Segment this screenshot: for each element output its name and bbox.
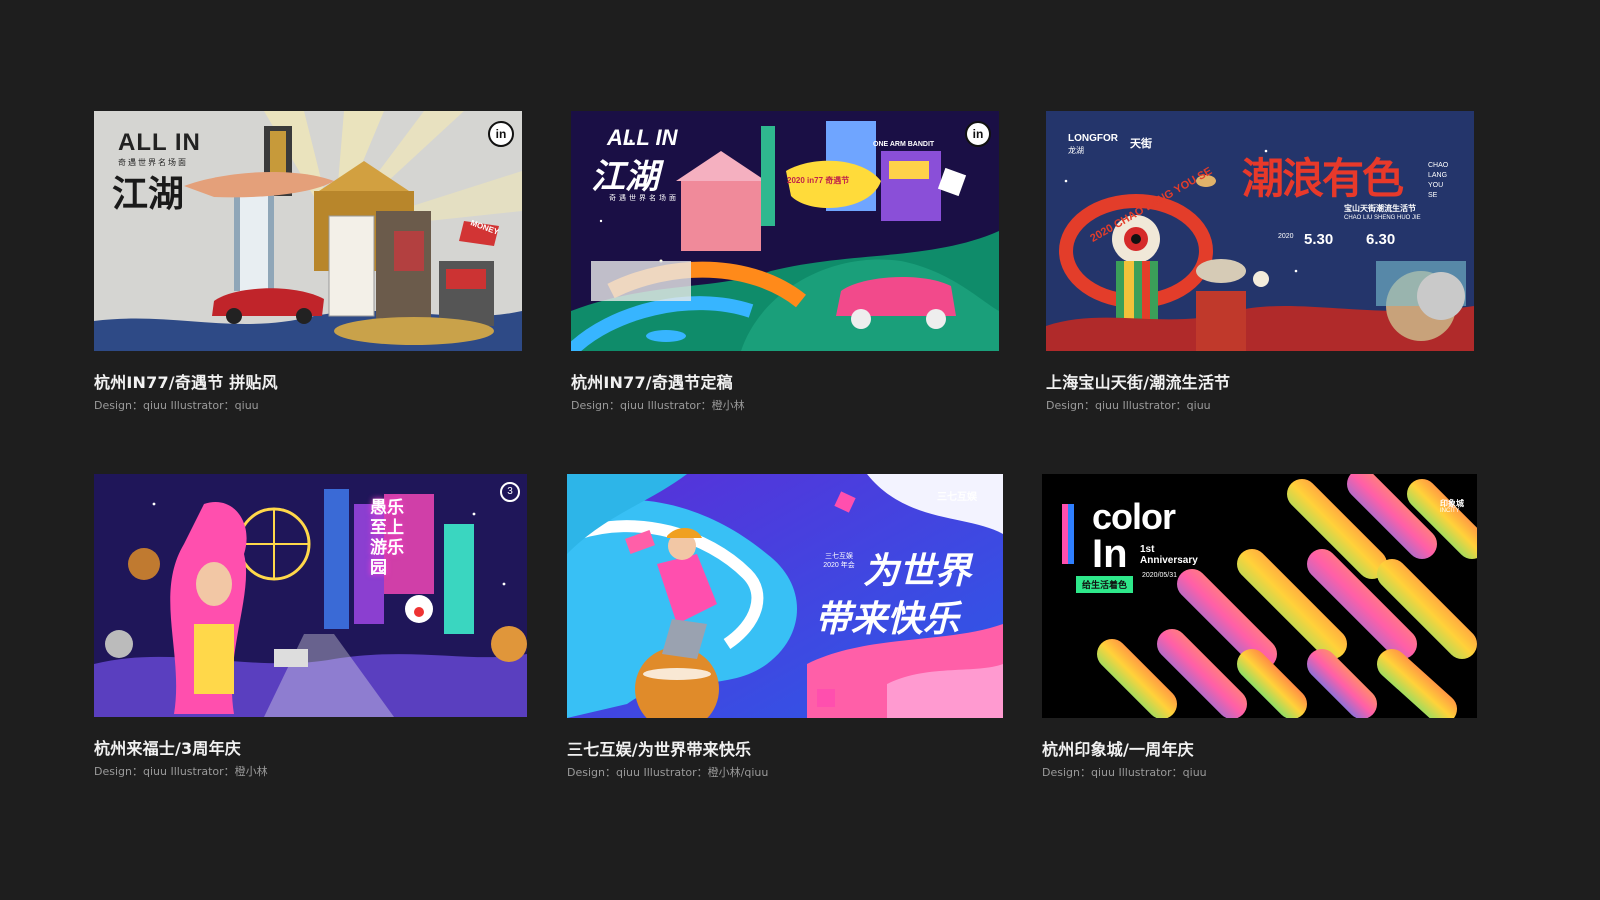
project-credit: Design：qiuu Illustrator：橙小林	[571, 399, 745, 412]
art-line-2: 带来快乐	[815, 599, 960, 640]
project-card-6[interactable]: color In 1st Anniversary 2020/05/31 给生活着…	[1042, 474, 1477, 780]
in77-logo-icon: in	[965, 121, 991, 147]
project-thumbnail-1[interactable]: ALL IN 奇遇世界名场面 江湖 MONEY in	[94, 111, 522, 351]
project-thumbnail-6[interactable]: color In 1st Anniversary 2020/05/31 给生活着…	[1042, 474, 1477, 718]
project-title[interactable]: 杭州IN77/奇遇节定稿	[571, 369, 999, 393]
art-small-text: 三七互娱 2020 年会	[823, 553, 855, 569]
art-line-1: 为世界	[863, 551, 972, 592]
raffles-3-year-icon: 3	[500, 482, 520, 502]
project-thumbnail-3[interactable]: LONGFOR 龙湖 天街 潮浪有色 CHAO LANG YOU SE 宝山天街…	[1046, 111, 1474, 351]
art-anniversary: 1st Anniversary	[1140, 544, 1198, 566]
art-big-word-2: In	[1092, 532, 1128, 576]
project-card-4[interactable]: 愚乐至上 游乐园 3 杭州来福士/3周年庆 Design：qiuu Illust…	[94, 474, 527, 779]
project-card-5[interactable]: 三七互娱 三七互娱 2020 年会 为世界 带来快乐 三七互娱/为世界带来快乐 …	[567, 474, 1003, 780]
art-headline: ALL IN	[118, 129, 201, 156]
project-credit: Design：qiuu Illustrator：qiuu	[94, 399, 259, 412]
project-thumbnail-2[interactable]: ALL IN 江湖 奇遇世界名场面 2020 in77 奇遇节 ONE ARM …	[571, 111, 999, 351]
amusement-park-illustration	[94, 474, 527, 717]
project-title[interactable]: 三七互娱/为世界带来快乐	[567, 736, 1003, 760]
art-chinese-title: 潮浪有色	[1242, 154, 1404, 203]
art-sign: 2020 in77 奇遇节	[787, 176, 850, 185]
project-title[interactable]: 上海宝山天街/潮流生活节	[1046, 369, 1474, 393]
longfor-logo: LONGFOR	[1068, 133, 1118, 144]
project-card-2[interactable]: ALL IN 江湖 奇遇世界名场面 2020 in77 奇遇节 ONE ARM …	[571, 111, 999, 413]
art-subtitle-pinyin: CHAO LIU SHENG HUO JIE	[1344, 215, 1421, 221]
project-title[interactable]: 杭州来福士/3周年庆	[94, 735, 527, 759]
art-chinese-title: 江湖	[112, 174, 185, 215]
tianjie-logo: 天街	[1130, 138, 1152, 150]
project-credit: Design：qiuu Illustrator：橙小林	[94, 765, 268, 778]
in77-logo-icon: in	[488, 121, 514, 147]
project-title[interactable]: 杭州印象城/一周年庆	[1042, 736, 1477, 760]
art-bandit: ONE ARM BANDIT	[873, 141, 935, 148]
art-date: 2020/05/31	[1142, 572, 1178, 579]
37-games-logo: 三七互娱	[937, 492, 977, 503]
art-pinyin: CHAO LANG YOU SE	[1428, 162, 1449, 199]
art-date-start: 5.30	[1304, 231, 1334, 248]
art-tagline: 给生活着色	[1076, 576, 1134, 593]
art-chinese-title: 愚乐至上 游乐园	[370, 498, 404, 578]
project-thumbnail-5[interactable]: 三七互娱 三七互娱 2020 年会 为世界 带来快乐	[567, 474, 1003, 718]
art-chinese-title: 江湖	[591, 157, 659, 197]
incity-logo-en: INCITY	[1440, 508, 1460, 514]
project-card-3[interactable]: LONGFOR 龙湖 天街 潮浪有色 CHAO LANG YOU SE 宝山天街…	[1046, 111, 1474, 413]
project-credit: Design：qiuu Illustrator：qiuu	[1042, 766, 1207, 779]
longfor-logo-cn: 龙湖	[1068, 146, 1084, 155]
project-thumbnail-4[interactable]: 愚乐至上 游乐园 3	[94, 474, 527, 717]
project-title[interactable]: 杭州IN77/奇遇节 拼贴风	[94, 369, 522, 393]
project-credit: Design：qiuu Illustrator：qiuu	[1046, 399, 1211, 412]
art-date-end: 6.30	[1366, 231, 1396, 248]
project-card-1[interactable]: ALL IN 奇遇世界名场面 江湖 MONEY in 杭州IN77/奇遇节 拼贴…	[94, 111, 522, 413]
art-subtitle: 宝山天街潮流生活节	[1344, 204, 1416, 213]
art-headline: ALL IN	[607, 125, 678, 150]
art-year: 2020	[1278, 233, 1294, 240]
art-subtitle: 奇遇世界名场面	[609, 195, 679, 202]
project-credit: Design：qiuu Illustrator：橙小林/qiuu	[567, 766, 769, 779]
